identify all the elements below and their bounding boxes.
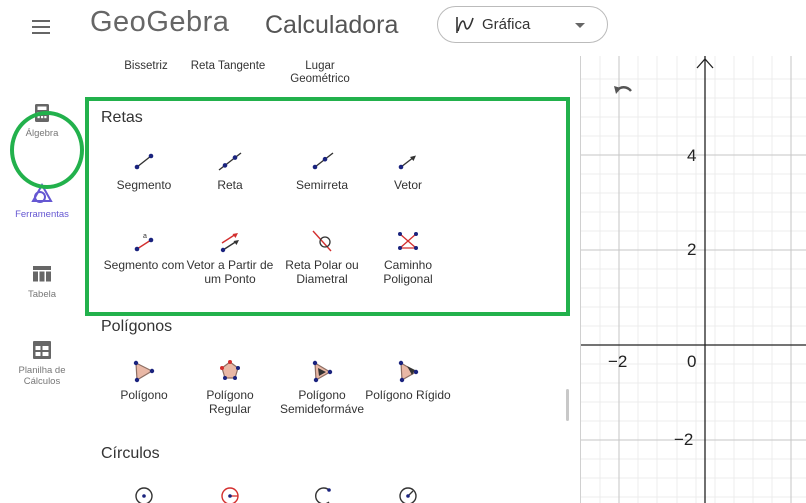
geogebra-logo: GeoGebra	[90, 6, 230, 38]
polar-line-icon	[312, 230, 332, 252]
circle-three-points-icon	[399, 487, 417, 503]
dock-item-algebra[interactable]: Álgebra	[0, 102, 84, 139]
compass-icon	[315, 487, 331, 503]
app-title: Calculadora	[265, 11, 399, 39]
line-icon	[218, 152, 242, 171]
undo-icon[interactable]	[612, 82, 634, 100]
tool-circle-three-points[interactable]	[362, 482, 454, 503]
y-tick-label: 2	[687, 240, 697, 259]
graphics-grid	[581, 56, 806, 503]
tools-panel: Bissetriz Reta Tangente Lugar Geométrico…	[84, 56, 581, 503]
circle-radius-icon	[221, 487, 239, 503]
tool-label: Reta	[217, 178, 243, 192]
tool-label: Vetor	[393, 178, 423, 192]
dock-item-table[interactable]: Tabela	[0, 263, 84, 300]
tool-polygon[interactable]: Polígono	[98, 358, 190, 402]
polyline-icon	[398, 232, 418, 250]
dock-label-algebra: Álgebra	[25, 128, 59, 139]
tool-label: Polígono Rígido	[365, 388, 451, 402]
dock-label-table: Tabela	[28, 289, 56, 300]
tool-segment[interactable]: Segmento	[98, 148, 190, 192]
svg-text:a: a	[143, 233, 147, 240]
segment-length-icon: a	[134, 233, 154, 252]
tool-tangent-line[interactable]: Reta Tangente	[182, 60, 274, 73]
segment-icon	[134, 153, 154, 170]
graphics-view[interactable]: −2 0 4 2 −2	[581, 56, 806, 503]
tool-semi-rigid-polygon[interactable]: Polígono Semideformáve	[276, 358, 368, 416]
vector-from-point-icon	[220, 233, 239, 253]
x-tick-label: 0	[687, 352, 697, 371]
vector-icon	[398, 155, 416, 170]
tool-label: Caminho Poligonal	[383, 258, 433, 286]
dock-item-spreadsheet[interactable]: Planilha de Cálculos	[0, 339, 84, 387]
side-dock: Álgebra Ferramentas Tabela Planilha de C…	[0, 56, 84, 503]
y-tick-label: −2	[674, 430, 694, 449]
table-icon	[33, 266, 51, 282]
tool-circle-radius[interactable]	[184, 482, 276, 503]
dock-label-spreadsheet: Planilha de Cálculos	[18, 365, 66, 387]
tool-label: Bissetriz	[124, 60, 168, 72]
tool-label: Semirreta	[295, 178, 348, 192]
tool-label: Lugar Geométrico	[290, 60, 350, 85]
category-title-circles: Círculos	[101, 445, 160, 462]
tool-line[interactable]: Reta	[184, 148, 276, 192]
semi-rigid-polygon-icon	[312, 360, 333, 383]
tools-scrollbar[interactable]	[566, 389, 569, 421]
tool-polyline[interactable]: Caminho Poligonal	[362, 228, 454, 286]
tool-ray[interactable]: Semirreta	[276, 148, 368, 192]
rigid-polygon-icon	[398, 360, 419, 383]
tool-label: Vetor a Partir de um Ponto	[186, 258, 274, 286]
calculator-icon	[35, 104, 49, 122]
tool-bisector[interactable]: Bissetriz	[100, 60, 192, 73]
x-tick-label: −2	[608, 352, 628, 371]
graph-icon	[456, 16, 474, 33]
perspective-dropdown[interactable]: Gráfica	[437, 6, 608, 43]
spreadsheet-icon	[33, 341, 51, 359]
chevron-down-icon	[575, 23, 585, 28]
regular-polygon-icon	[220, 360, 240, 380]
menu-icon[interactable]	[30, 16, 52, 38]
tool-vector-from-point[interactable]: Vetor a Partir de um Ponto	[184, 228, 276, 286]
tool-rigid-polygon[interactable]: Polígono Rígido	[362, 358, 454, 402]
tool-vector[interactable]: Vetor	[362, 148, 454, 192]
dock-label-tools: Ferramentas	[15, 209, 69, 220]
ray-icon	[312, 152, 334, 170]
tool-locus[interactable]: Lugar Geométrico	[274, 60, 366, 86]
y-tick-label: 4	[687, 146, 697, 165]
tool-label: Segmento com	[103, 258, 185, 272]
dock-item-tools[interactable]: Ferramentas	[0, 183, 84, 220]
tool-segment-length[interactable]: a Segmento com	[98, 228, 190, 272]
circle-center-point-icon	[135, 487, 153, 503]
perspective-label: Gráfica	[482, 16, 531, 33]
tool-label: Polígono Semideformáve	[279, 388, 365, 416]
tool-label: Segmento	[116, 178, 172, 192]
app-header: GeoGebra Calculadora Gráfica	[0, 0, 806, 56]
category-title-lines: Retas	[101, 109, 143, 126]
tool-label: Polígono Regular	[206, 388, 254, 416]
tool-compass[interactable]	[276, 482, 368, 503]
tool-regular-polygon[interactable]: Polígono Regular	[184, 358, 276, 416]
tool-label: Polígono	[120, 388, 168, 402]
polygon-icon	[133, 360, 155, 383]
tool-label: Reta Polar ou Diametral	[285, 258, 359, 286]
tool-label: Reta Tangente	[190, 60, 266, 72]
tool-polar-line[interactable]: Reta Polar ou Diametral	[276, 228, 368, 286]
shapes-icon	[31, 183, 53, 203]
category-title-polygons: Polígonos	[101, 318, 173, 335]
tool-circle-center-point[interactable]	[98, 482, 190, 503]
